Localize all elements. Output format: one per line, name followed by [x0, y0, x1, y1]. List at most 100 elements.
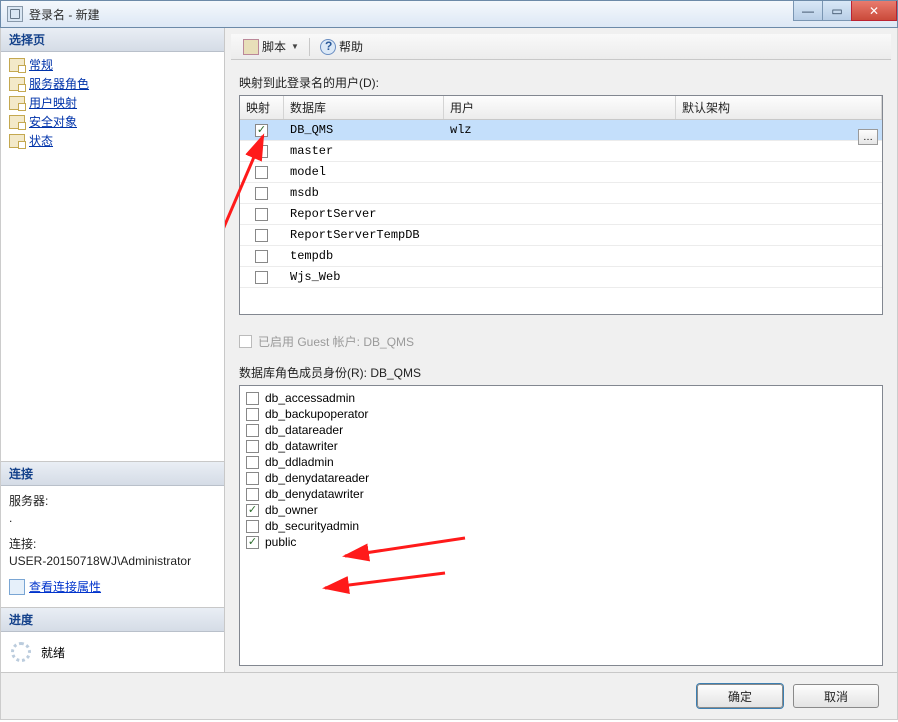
- roles-list[interactable]: db_accessadmindb_backupoperatordb_datare…: [239, 385, 883, 666]
- toolbar: 脚本 ▼ 帮助: [231, 34, 891, 60]
- role-checkbox[interactable]: [246, 472, 259, 485]
- mapping-grid[interactable]: 映射 数据库 用户 默认架构 DB_QMSwlz…mastermodelmsdb…: [239, 95, 883, 315]
- schema-cell[interactable]: [676, 191, 882, 195]
- schema-cell[interactable]: …: [676, 128, 882, 132]
- footer: 确定 取消: [0, 672, 898, 720]
- db-cell: ReportServerTempDB: [284, 226, 444, 244]
- spinner-icon: [11, 642, 31, 662]
- col-schema[interactable]: 默认架构: [676, 96, 882, 119]
- server-value: .: [1, 509, 224, 529]
- col-db[interactable]: 数据库: [284, 96, 444, 119]
- sidebar-item-1[interactable]: 服务器角色: [5, 74, 220, 93]
- conn-label: 连接:: [1, 529, 224, 552]
- right-content: 映射到此登录名的用户(D): 映射 数据库 用户 默认架构 DB_QMSwlz……: [225, 60, 897, 672]
- cancel-button[interactable]: 取消: [793, 684, 879, 708]
- map-checkbox[interactable]: [255, 208, 268, 221]
- view-connection-link[interactable]: 查看连接属性: [29, 578, 101, 595]
- user-cell[interactable]: [444, 254, 676, 258]
- table-row[interactable]: ReportServerTempDB: [240, 225, 882, 246]
- user-cell[interactable]: [444, 233, 676, 237]
- table-row[interactable]: tempdb: [240, 246, 882, 267]
- user-cell[interactable]: [444, 275, 676, 279]
- grid-body: DB_QMSwlz…mastermodelmsdbReportServerRep…: [240, 120, 882, 288]
- role-item[interactable]: public: [246, 534, 876, 550]
- chevron-down-icon: ▼: [291, 42, 299, 51]
- role-item[interactable]: db_owner: [246, 502, 876, 518]
- table-row[interactable]: master: [240, 141, 882, 162]
- role-checkbox[interactable]: [246, 536, 259, 549]
- page-selector-section: 选择页 常规服务器角色用户映射安全对象状态: [1, 28, 224, 461]
- role-item[interactable]: db_ddladmin: [246, 454, 876, 470]
- sidebar-item-0[interactable]: 常规: [5, 55, 220, 74]
- user-cell[interactable]: [444, 212, 676, 216]
- map-checkbox[interactable]: [255, 124, 268, 137]
- role-name: db_owner: [265, 503, 318, 517]
- role-checkbox[interactable]: [246, 392, 259, 405]
- ok-button[interactable]: 确定: [697, 684, 783, 708]
- sidebar-item-3[interactable]: 安全对象: [5, 112, 220, 131]
- role-checkbox[interactable]: [246, 456, 259, 469]
- browse-button[interactable]: …: [858, 129, 878, 145]
- role-item[interactable]: db_denydatawriter: [246, 486, 876, 502]
- left-panel: 选择页 常规服务器角色用户映射安全对象状态 连接 服务器: . 连接: USER…: [1, 28, 225, 672]
- minimize-button[interactable]: —: [793, 1, 823, 21]
- role-item[interactable]: db_datareader: [246, 422, 876, 438]
- role-item[interactable]: db_datawriter: [246, 438, 876, 454]
- page-icon: [9, 134, 25, 148]
- col-user[interactable]: 用户: [444, 96, 676, 119]
- user-cell[interactable]: [444, 170, 676, 174]
- guest-label: 已启用 Guest 帐户: DB_QMS: [258, 333, 414, 350]
- db-cell: ReportServer: [284, 205, 444, 223]
- map-checkbox[interactable]: [255, 229, 268, 242]
- role-name: db_backupoperator: [265, 407, 368, 421]
- right-panel: 脚本 ▼ 帮助 映射到此登录名的用户(D): 映射 数据库 用户 默认架构 DB…: [225, 28, 897, 672]
- sidebar-item-2[interactable]: 用户映射: [5, 93, 220, 112]
- role-item[interactable]: db_backupoperator: [246, 406, 876, 422]
- schema-cell[interactable]: [676, 254, 882, 258]
- table-row[interactable]: DB_QMSwlz…: [240, 120, 882, 141]
- schema-cell[interactable]: [676, 275, 882, 279]
- script-button[interactable]: 脚本 ▼: [239, 36, 303, 57]
- role-checkbox[interactable]: [246, 488, 259, 501]
- maximize-button[interactable]: ▭: [822, 1, 852, 21]
- view-connection-link-row: 查看连接属性: [1, 572, 224, 601]
- page-list: 常规服务器角色用户映射安全对象状态: [1, 52, 224, 153]
- map-checkbox[interactable]: [255, 145, 268, 158]
- col-map[interactable]: 映射: [240, 96, 284, 119]
- table-row[interactable]: msdb: [240, 183, 882, 204]
- schema-cell[interactable]: [676, 149, 882, 153]
- map-checkbox[interactable]: [255, 271, 268, 284]
- map-checkbox[interactable]: [255, 250, 268, 263]
- role-item[interactable]: db_securityadmin: [246, 518, 876, 534]
- schema-cell[interactable]: [676, 233, 882, 237]
- table-row[interactable]: Wjs_Web: [240, 267, 882, 288]
- window-icon: [7, 6, 23, 22]
- role-checkbox[interactable]: [246, 520, 259, 533]
- schema-cell[interactable]: [676, 212, 882, 216]
- user-cell[interactable]: [444, 149, 676, 153]
- role-checkbox[interactable]: [246, 504, 259, 517]
- user-cell[interactable]: [444, 191, 676, 195]
- server-label: 服务器:: [1, 486, 224, 509]
- close-button[interactable]: ✕: [851, 1, 897, 21]
- help-button[interactable]: 帮助: [316, 36, 367, 57]
- role-checkbox[interactable]: [246, 408, 259, 421]
- sidebar-item-4[interactable]: 状态: [5, 131, 220, 150]
- table-row[interactable]: model: [240, 162, 882, 183]
- sidebar-item-label: 安全对象: [29, 113, 77, 130]
- db-cell: tempdb: [284, 247, 444, 265]
- role-checkbox[interactable]: [246, 440, 259, 453]
- role-item[interactable]: db_denydatareader: [246, 470, 876, 486]
- map-checkbox[interactable]: [255, 166, 268, 179]
- titlebar[interactable]: 登录名 - 新建 — ▭ ✕: [0, 0, 898, 28]
- map-checkbox[interactable]: [255, 187, 268, 200]
- role-item[interactable]: db_accessadmin: [246, 390, 876, 406]
- window-title: 登录名 - 新建: [29, 6, 100, 23]
- user-cell[interactable]: wlz: [444, 121, 676, 139]
- db-cell: DB_QMS: [284, 121, 444, 139]
- sidebar-item-label: 状态: [29, 132, 53, 149]
- roles-label: 数据库角色成员身份(R): DB_QMS: [239, 364, 883, 381]
- table-row[interactable]: ReportServer: [240, 204, 882, 225]
- role-checkbox[interactable]: [246, 424, 259, 437]
- schema-cell[interactable]: [676, 170, 882, 174]
